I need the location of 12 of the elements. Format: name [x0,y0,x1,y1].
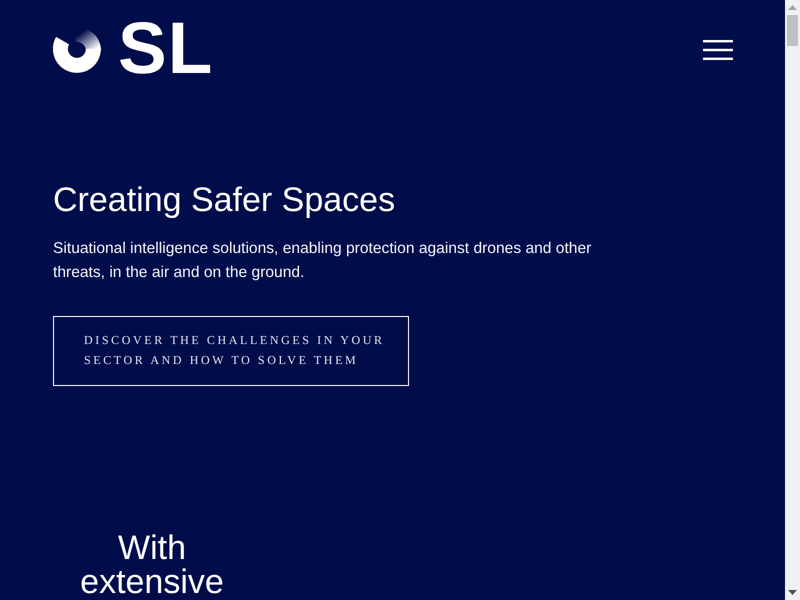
hero-text: Situational intelligence solutions, enabling protection against drones and other threats, in the air and on the ground. [53,239,592,283]
section-heading: With extensive [79,531,225,599]
scrollbar[interactable] [785,0,800,600]
scroll-down-arrow-icon[interactable] [788,590,797,595]
scrollbar-thumb[interactable] [787,15,798,46]
discover-button[interactable]: DISCOVER THE CHALLENGES IN YOUR SECTOR AND HOW TO SOLVE THEM [53,316,409,386]
hero-title: Creating Safer Spaces [53,180,396,221]
menu-button[interactable] [703,40,733,60]
scroll-up-arrow-icon[interactable] [788,5,797,10]
logo-link[interactable]: SL [53,20,214,78]
ring-logo-icon [53,26,101,74]
menu-icon [703,40,733,60]
